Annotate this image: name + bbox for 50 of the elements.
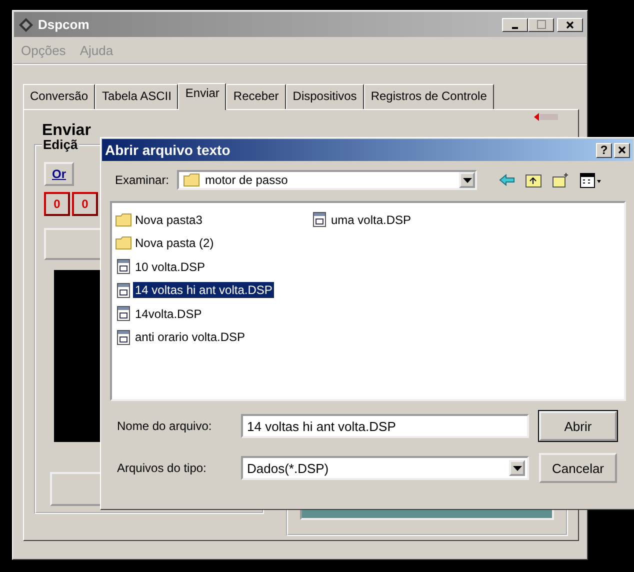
- document-icon: [116, 259, 130, 274]
- help-button[interactable]: ?: [596, 142, 612, 158]
- caret-icon: [512, 466, 522, 470]
- section-heading: Enviar: [42, 122, 92, 140]
- close-icon: [566, 20, 574, 28]
- maximize-button[interactable]: [528, 18, 554, 32]
- group-label: Ediçã: [42, 137, 79, 152]
- document-icon: [312, 212, 326, 228]
- document-icon: [116, 306, 130, 322]
- tab[interactable]: Registros de Controle: [364, 84, 494, 109]
- open-button[interactable]: Abrir: [539, 411, 617, 441]
- dialog-title: Abrir arquivo texto: [105, 142, 232, 158]
- file-item[interactable]: 10 volta.DSP: [133, 258, 208, 275]
- file-item[interactable]: uma volta.DSP: [329, 212, 414, 228]
- folder-icon: [114, 236, 132, 250]
- arrow-icon: [534, 112, 560, 122]
- field-label: Nome do arquivo:: [117, 419, 213, 433]
- field-label: Examinar:: [115, 173, 170, 187]
- file-item[interactable]: 14volta.DSP: [133, 306, 204, 322]
- tab[interactable]: Dispositivos: [286, 84, 364, 109]
- file-item[interactable]: Nova pasta (2): [133, 235, 216, 252]
- field-label: Arquivos do tipo:: [117, 461, 208, 475]
- minimize-button[interactable]: [502, 18, 528, 32]
- file-item[interactable]: 14 voltas hi ant volta.DSP: [133, 282, 274, 298]
- maximize-icon: [536, 20, 546, 29]
- close-icon: [618, 146, 626, 154]
- close-button[interactable]: [614, 142, 630, 158]
- folder-icon: [183, 173, 200, 187]
- folder-dropdown[interactable]: motor de passo: [177, 170, 478, 190]
- file-item[interactable]: anti orario volta.DSP: [133, 329, 248, 346]
- file-type-dropdown[interactable]: Dados(*.DSP): [241, 456, 529, 480]
- window-title: Dspcom: [38, 17, 90, 32]
- format-button[interactable]: Or: [44, 162, 74, 186]
- back-icon[interactable]: [499, 174, 516, 186]
- file-item[interactable]: Nova pasta3: [133, 212, 204, 228]
- tab[interactable]: Receber: [226, 84, 286, 109]
- caret-icon: [462, 178, 472, 182]
- minimize-icon: [512, 26, 518, 28]
- new-folder-icon[interactable]: [552, 172, 570, 188]
- cancel-button[interactable]: Cancelar: [539, 453, 617, 483]
- close-button[interactable]: [557, 18, 583, 32]
- document-icon: [116, 282, 130, 298]
- value-button[interactable]: 0: [72, 192, 98, 216]
- filename-field[interactable]: 14 voltas hi ant volta.DSP: [241, 414, 529, 438]
- value-button[interactable]: 0: [44, 192, 70, 216]
- document-icon: [116, 330, 130, 345]
- tab[interactable]: Conversão: [23, 84, 96, 109]
- view-menu-icon[interactable]: [580, 172, 602, 188]
- tab[interactable]: Enviar: [178, 83, 226, 110]
- up-folder-icon[interactable]: [525, 172, 542, 188]
